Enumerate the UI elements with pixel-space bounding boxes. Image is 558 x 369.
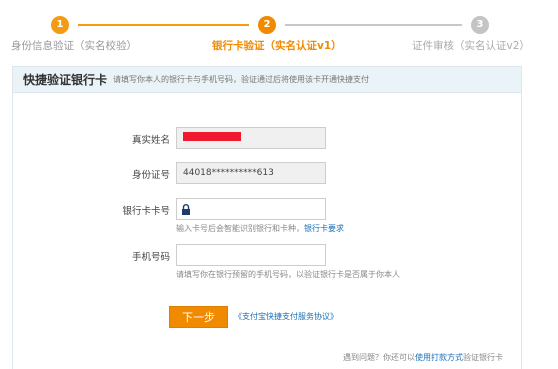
name-label: 真实姓名: [131, 135, 170, 146]
step-connector-2: [285, 24, 462, 26]
step-1-circle: 1: [51, 16, 69, 34]
help-suffix: 验证银行卡: [463, 353, 503, 362]
card-requirements-link[interactable]: 银行卡要求: [304, 224, 344, 233]
next-step-button[interactable]: 下一步: [169, 306, 228, 328]
id-number-field: 44018**********613: [176, 162, 326, 184]
step-1-label: 身份信息验证（实名校验）: [11, 40, 137, 52]
step-connector-1: [78, 24, 249, 26]
progress-steps: 1 2 3 身份信息验证（实名校验） 银行卡验证（实名认证v1） 证件审核（实名…: [0, 0, 558, 60]
card-number-hint: 输入卡号后会智能识别银行和卡种，银行卡要求: [176, 223, 344, 234]
help-note: 遇到问题？你还可以使用打款方式验证银行卡: [343, 352, 503, 363]
service-agreement-link[interactable]: 《支付宝快捷支付服务协议》: [234, 311, 338, 322]
card-number-input[interactable]: [176, 198, 326, 220]
card-number-label: 银行卡卡号: [122, 206, 170, 217]
phone-input[interactable]: [176, 244, 326, 266]
id-label: 身份证号: [131, 170, 170, 181]
payment-verify-link[interactable]: 使用打款方式: [415, 353, 463, 362]
panel-header: 快捷验证银行卡 请填写你本人的银行卡与手机号码，验证通过后将使用该卡开通快捷支付: [13, 67, 521, 93]
help-prefix: 遇到问题？你还可以: [343, 353, 415, 362]
panel-subtitle: 请填写你本人的银行卡与手机号码，验证通过后将使用该卡开通快捷支付: [113, 75, 370, 84]
step-2-label: 银行卡验证（实名认证v1）: [212, 40, 342, 52]
phone-hint: 请填写你在银行预留的手机号码，以验证银行卡是否属于你本人: [176, 270, 400, 279]
card-hint-text: 输入卡号后会智能识别银行和卡种，: [176, 224, 304, 233]
redacted-name: [183, 132, 241, 141]
phone-label: 手机号码: [131, 252, 170, 263]
bank-card-verify-panel: 快捷验证银行卡 请填写你本人的银行卡与手机号码，验证通过后将使用该卡开通快捷支付…: [12, 66, 522, 369]
name-field: [176, 127, 326, 149]
step-2-circle: 2: [258, 16, 276, 34]
panel-title: 快捷验证银行卡: [23, 73, 108, 87]
lock-icon: [182, 204, 190, 215]
step-3-circle: 3: [471, 16, 489, 34]
step-3-label: 证件审核（实名认证v2）: [412, 40, 530, 52]
